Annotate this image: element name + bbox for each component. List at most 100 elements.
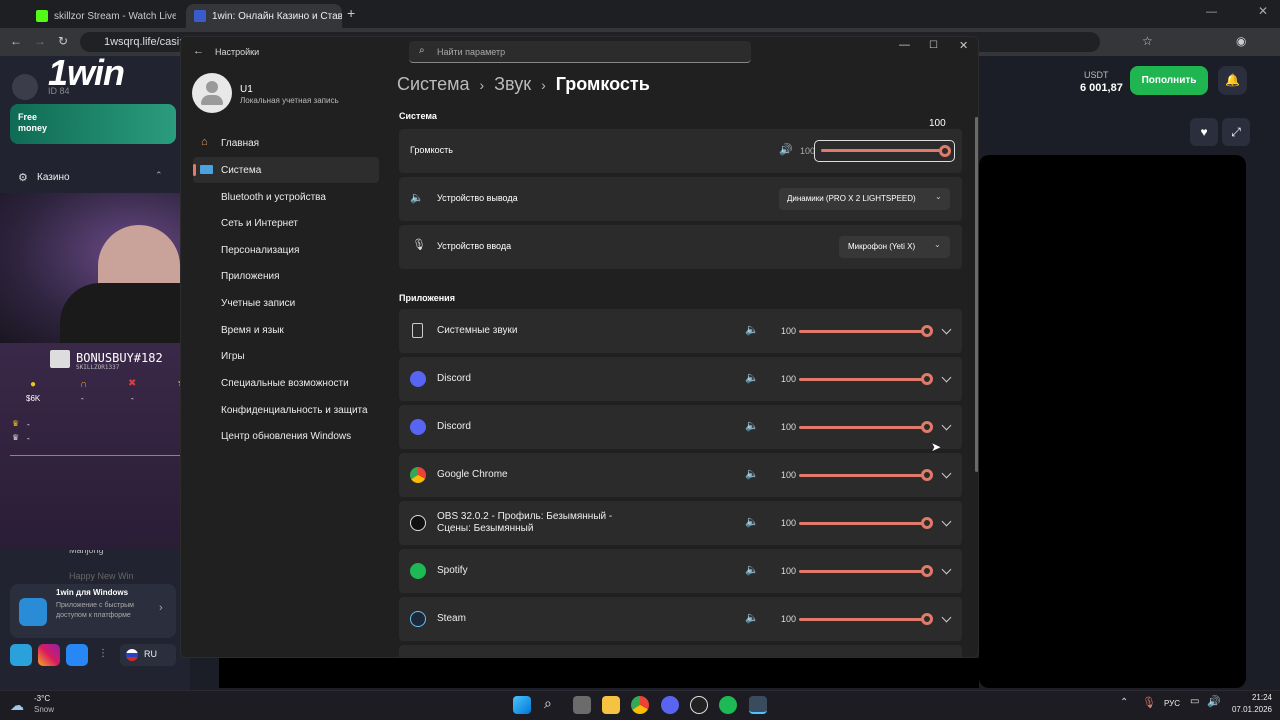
taskbar-search-icon[interactable]: ⌕ — [544, 695, 552, 712]
minimize-button[interactable]: — — [1206, 6, 1217, 18]
nav-apps[interactable]: Приложения — [193, 263, 379, 289]
speaker-icon[interactable]: 🔈 — [745, 371, 759, 384]
speaker-icon[interactable]: 🔈 — [745, 467, 759, 480]
nav-time-language[interactable]: Время и язык — [193, 317, 379, 343]
game-happy-new-win[interactable]: Happy New Win — [69, 571, 134, 581]
tray-mic-icon[interactable]: 🎙 — [1142, 696, 1156, 709]
task-view-icon[interactable] — [573, 696, 591, 714]
tray-date[interactable]: 07.01.2026 — [1226, 705, 1272, 714]
deposit-button[interactable]: Пополнить — [1130, 66, 1208, 95]
app-name: Discord — [437, 373, 471, 384]
app-volume-slider[interactable] — [799, 330, 927, 333]
app-volume-thumb[interactable] — [921, 565, 933, 577]
app-volume-thumb[interactable] — [921, 325, 933, 337]
fullscreen-icon[interactable]: ⤢ — [1222, 118, 1250, 146]
tray-time[interactable]: 21:24 — [1234, 693, 1272, 702]
speaker-icon[interactable]: 🔈 — [745, 611, 759, 624]
output-device-select[interactable]: Динамики (PRO X 2 LIGHTSPEED) ⌄ — [779, 188, 950, 210]
taskbar-discord-icon[interactable] — [661, 696, 679, 714]
bell-icon[interactable]: 🔔 — [1218, 66, 1247, 95]
nav-windows-update[interactable]: Центр обновления Windows — [193, 423, 379, 449]
expand-chevron-icon[interactable] — [941, 516, 952, 527]
app-volume-thumb[interactable] — [921, 613, 933, 625]
speaker-icon[interactable]: 🔊 — [779, 143, 793, 156]
scrollbar[interactable] — [975, 117, 978, 472]
minimize-window-button[interactable]: — — [899, 39, 910, 51]
speaker-icon[interactable]: 🔈 — [745, 563, 759, 576]
telegram-icon[interactable] — [10, 644, 32, 666]
favorite-icon[interactable]: ♥ — [1190, 118, 1218, 146]
chevron-up-icon[interactable]: ⌃ — [155, 170, 163, 181]
input-device-select[interactable]: Микрофон (Yeti X) ⌄ — [839, 236, 950, 258]
speaker-icon[interactable]: 🔈 — [745, 515, 759, 528]
instagram-icon[interactable] — [38, 644, 60, 666]
nav-personalization[interactable]: Персонализация — [193, 237, 379, 263]
breadcrumb-sound[interactable]: Звук — [494, 74, 531, 95]
volume-slider[interactable] — [814, 140, 955, 162]
expand-chevron-icon[interactable] — [941, 372, 952, 383]
tab-casino[interactable]: 1win: Онлайн Казино и Ставки — [186, 4, 342, 28]
nav-bluetooth[interactable]: Bluetooth и устройства — [193, 184, 379, 210]
reload-icon[interactable]: ↻ — [58, 34, 68, 48]
maximize-window-button[interactable]: ☐ — [929, 40, 938, 51]
weather-icon[interactable]: ☁ — [10, 697, 24, 714]
close-browser-button[interactable]: ✕ — [1258, 4, 1268, 18]
tray-network-icon[interactable]: ▭ — [1190, 696, 1199, 707]
expand-chevron-icon[interactable] — [941, 612, 952, 623]
app-volume-thumb[interactable] — [921, 421, 933, 433]
language-select[interactable]: RU — [120, 644, 176, 666]
taskbar-chrome-icon[interactable] — [631, 696, 649, 714]
back-arrow-icon[interactable]: ← — [193, 45, 204, 57]
app-volume-slider[interactable] — [799, 570, 927, 573]
nav-accounts[interactable]: Учетные записи — [193, 290, 379, 316]
app-volume-slider[interactable] — [799, 378, 927, 381]
casino-section-label[interactable]: Казино — [37, 172, 70, 183]
user-avatar[interactable] — [192, 73, 232, 113]
breadcrumb-system[interactable]: Система — [397, 74, 470, 95]
game-frame-bottom — [219, 658, 979, 688]
speaker-icon[interactable]: 🔈 — [745, 419, 759, 432]
app-volume-thumb[interactable] — [921, 373, 933, 385]
nav-accessibility[interactable]: Специальные возможности — [193, 370, 379, 396]
back-icon[interactable]: ← — [10, 34, 22, 48]
nav-network[interactable]: Сеть и Интернет — [193, 210, 379, 236]
expand-chevron-icon[interactable] — [941, 420, 952, 431]
tray-chevron-up-icon[interactable]: ⌃ — [1120, 697, 1128, 708]
search-input[interactable]: ⌕ Найти параметр — [409, 41, 751, 63]
game-frame[interactable] — [979, 155, 1246, 688]
nav-gaming[interactable]: Игры — [193, 343, 379, 369]
taskbar-settings-icon[interactable] — [749, 696, 767, 714]
app-volume-slider[interactable] — [799, 618, 927, 621]
app-volume-thumb[interactable] — [921, 517, 933, 529]
tab-stream[interactable]: skillzor Stream - Watch Live on — [28, 4, 176, 28]
windows-start-icon[interactable] — [513, 696, 531, 714]
taskbar-obs-icon[interactable] — [690, 696, 708, 714]
bookmark-icon[interactable]: ☆ — [1142, 34, 1153, 48]
taskbar-spotify-icon[interactable] — [719, 696, 737, 714]
app-promo-card[interactable]: 1win для Windows Приложение с быстрым до… — [10, 584, 176, 638]
expand-chevron-icon[interactable] — [941, 324, 952, 335]
tray-language[interactable]: РУС — [1164, 699, 1180, 708]
vip-avatar[interactable] — [12, 74, 38, 100]
vk-icon[interactable] — [66, 644, 88, 666]
tray-volume-icon[interactable]: 🔊 — [1207, 695, 1221, 708]
new-tab-button[interactable]: + — [347, 5, 355, 21]
app-volume-slider[interactable] — [799, 426, 927, 429]
nav-privacy[interactable]: Конфиденциальность и защита — [193, 397, 379, 423]
app-volume-slider[interactable] — [799, 522, 927, 525]
profile-icon[interactable]: ◉ — [1236, 34, 1246, 48]
close-window-button[interactable]: ✕ — [959, 39, 968, 52]
expand-chevron-icon[interactable] — [941, 468, 952, 479]
app-volume-slider[interactable] — [799, 474, 927, 477]
speaker-icon[interactable]: 🔈 — [745, 323, 759, 336]
currency-label[interactable]: USDT — [1084, 70, 1109, 80]
volume-slider-thumb[interactable] — [939, 145, 951, 157]
nav-home[interactable]: ⌂ Главная — [193, 130, 379, 156]
more-icon[interactable]: ⋮ — [98, 648, 108, 659]
forward-icon[interactable]: → — [34, 34, 46, 48]
nav-system[interactable]: Система — [193, 157, 379, 183]
app-volume-thumb[interactable] — [921, 469, 933, 481]
file-explorer-icon[interactable] — [602, 696, 620, 714]
expand-chevron-icon[interactable] — [941, 564, 952, 575]
free-money-banner[interactable]: Free money — [10, 104, 176, 144]
